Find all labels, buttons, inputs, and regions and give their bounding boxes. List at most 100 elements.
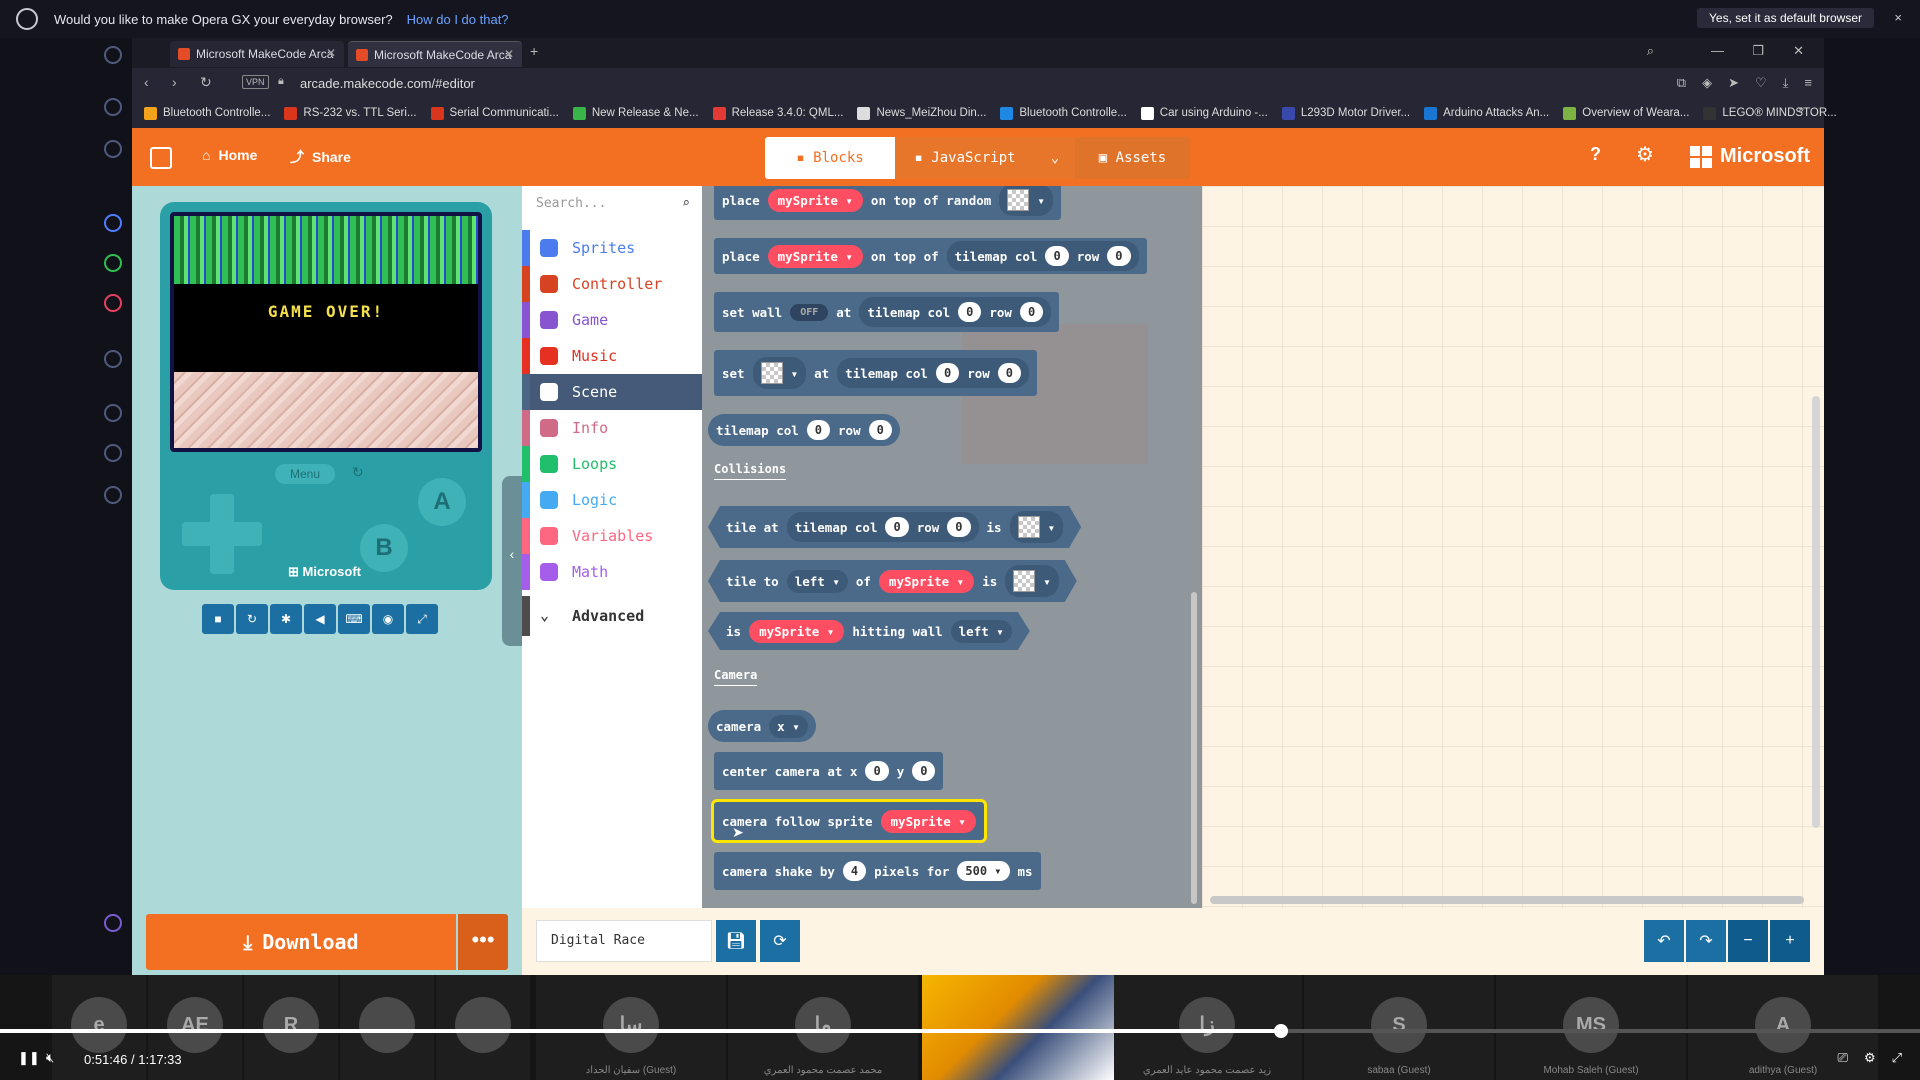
bookmark-item[interactable]: Bluetooth Controlle...: [1000, 106, 1127, 120]
bookmark-item[interactable]: Overview of Weara...: [1563, 106, 1689, 120]
row-input[interactable]: 0: [947, 517, 970, 537]
send-icon[interactable]: ➤: [1728, 75, 1739, 91]
direction-dropdown[interactable]: left ▾: [951, 620, 1012, 643]
game-screen[interactable]: GAME OVER!: [170, 212, 482, 452]
block-place-tilemap[interactable]: place mySprite ▾ on top of tilemap col 0…: [714, 238, 1147, 274]
save-icon[interactable]: 💾︎: [716, 920, 756, 962]
share-button[interactable]: ⤴ Share: [290, 147, 351, 167]
block-set-wall[interactable]: set wall OFF at tilemap col 0 row 0: [714, 292, 1060, 332]
mute-icon[interactable]: ◀: [304, 604, 336, 634]
sprite-dropdown[interactable]: mySprite ▾: [767, 244, 863, 268]
language-dropdown[interactable]: ⌄: [1035, 137, 1075, 179]
bookmarks-overflow-icon[interactable]: »: [1798, 104, 1804, 116]
block-hitting-wall[interactable]: is mySprite ▾ hitting wall left ▾: [708, 612, 1030, 650]
forward-icon[interactable]: ›: [172, 74, 177, 90]
snapshot-icon[interactable]: ⧉: [1677, 75, 1686, 91]
reload-icon[interactable]: ↻: [200, 74, 212, 91]
home-button[interactable]: ⌂ Home: [202, 147, 257, 163]
block-set-tile[interactable]: set ▾ at tilemap col 0 row 0: [714, 350, 1038, 396]
tilemap-col-reporter[interactable]: tilemap col 0 row 0: [946, 241, 1139, 271]
row-input[interactable]: 0: [1107, 246, 1131, 266]
restart-icon[interactable]: ↻: [236, 604, 268, 634]
toolbox-search-input[interactable]: Search... ⌕: [536, 196, 696, 222]
duration-dropdown[interactable]: 500 ▾: [957, 861, 1010, 881]
set-default-button[interactable]: Yes, set it as default browser: [1697, 8, 1874, 28]
col-input[interactable]: 0: [885, 517, 908, 537]
whatsapp-icon[interactable]: [104, 254, 122, 272]
block-center-camera[interactable]: center camera at x 0 y 0: [714, 752, 944, 790]
menu-button[interactable]: Menu: [275, 464, 335, 484]
download-icon[interactable]: ⤓: [1783, 75, 1789, 91]
expand-icon[interactable]: ⤢: [1892, 1050, 1902, 1066]
tilemap-col-reporter[interactable]: tilemap col 0 row 0: [859, 297, 1052, 327]
volume-muted-icon[interactable]: 🔇︎: [46, 1050, 54, 1066]
category-controller[interactable]: Controller: [522, 266, 702, 302]
opera-menu-icon[interactable]: [104, 46, 122, 64]
b-button[interactable]: B: [360, 524, 408, 572]
direction-dropdown[interactable]: left ▾: [787, 570, 848, 593]
category-sprites[interactable]: Sprites: [522, 230, 702, 266]
block-tilemap-col[interactable]: tilemap col 0 row 0: [708, 414, 900, 446]
restore-icon[interactable]: ❐: [1752, 43, 1764, 59]
tile-dropdown[interactable]: ▾: [1005, 565, 1059, 597]
debug-icon[interactable]: ✱: [270, 604, 302, 634]
block-tile-at-is[interactable]: tile at tilemap col 0 row 0 is ▾: [708, 506, 1081, 548]
gear-icon[interactable]: ⚙: [1636, 142, 1654, 167]
vpn-badge[interactable]: VPN: [242, 75, 269, 89]
col-input[interactable]: 0: [806, 420, 831, 440]
category-music[interactable]: Music: [522, 338, 702, 374]
vpn-sidebar-icon[interactable]: [104, 914, 122, 932]
project-name-input[interactable]: Digital Race: [536, 920, 712, 962]
category-info[interactable]: Info: [522, 410, 702, 446]
bookmark-item[interactable]: LEGO® MINDSTOR...: [1703, 106, 1837, 120]
tab-makecode-2[interactable]: Microsoft MakeCode Arca ✕: [348, 41, 522, 67]
sprite-dropdown[interactable]: mySprite ▾: [879, 570, 974, 593]
bookmark-item[interactable]: Serial Communicati...: [430, 106, 559, 120]
flyout-scrollbar[interactable]: [1191, 592, 1197, 904]
player-icon[interactable]: [104, 350, 122, 368]
col-input[interactable]: 0: [1045, 246, 1069, 266]
redo-icon[interactable]: ↷: [1686, 920, 1726, 962]
bookmark-item[interactable]: Car using Arduino -...: [1140, 106, 1268, 120]
screenshot-icon[interactable]: ◉: [372, 604, 404, 634]
undo-icon[interactable]: ↶: [1644, 920, 1684, 962]
blocks-workspace[interactable]: [1202, 186, 1824, 908]
bookmark-item[interactable]: Arduino Attacks An...: [1424, 106, 1549, 120]
tab-close-icon[interactable]: ✕: [504, 47, 514, 61]
help-icon[interactable]: ?: [1590, 144, 1601, 165]
pause-icon[interactable]: ❚❚: [18, 1050, 40, 1066]
tile-dropdown[interactable]: ▾: [1010, 511, 1064, 543]
github-icon[interactable]: ⟳: [760, 920, 800, 962]
javascript-tab[interactable]: ▪ JavaScript: [895, 137, 1035, 179]
collapse-simulator-button[interactable]: ‹: [502, 476, 522, 646]
bookmark-item[interactable]: Bluetooth Controlle...: [144, 106, 270, 120]
sprite-dropdown[interactable]: mySprite ▾: [767, 188, 863, 212]
y-input[interactable]: 0: [912, 761, 936, 781]
stop-icon[interactable]: ■: [202, 604, 234, 634]
heart-icon[interactable]: ♡: [1755, 75, 1767, 91]
col-input[interactable]: 0: [958, 302, 982, 322]
category-loops[interactable]: Loops: [522, 446, 702, 482]
arcade-logo-icon[interactable]: [150, 147, 172, 169]
row-input[interactable]: 0: [997, 363, 1022, 383]
bookmark-item[interactable]: New Release & Ne...: [572, 106, 699, 120]
minimize-icon[interactable]: —: [1711, 43, 1724, 58]
extensions-icon[interactable]: [104, 444, 122, 462]
bookmark-item[interactable]: Release 3.4.0: QML...: [712, 106, 843, 120]
url-field[interactable]: arcade.makecode.com/#editor: [300, 76, 475, 91]
tile-dropdown[interactable]: ▾: [752, 357, 807, 389]
zoom-in-icon[interactable]: +: [1770, 920, 1810, 962]
workspace-vertical-scrollbar[interactable]: [1812, 396, 1820, 828]
axis-dropdown[interactable]: x ▾: [769, 714, 808, 738]
zoom-out-icon[interactable]: −: [1728, 920, 1768, 962]
restart-small-icon[interactable]: ↻: [352, 464, 364, 481]
category-game[interactable]: Game: [522, 302, 702, 338]
blocks-tab[interactable]: ▪ Blocks: [765, 137, 895, 179]
shake-amount-input[interactable]: 4: [842, 861, 867, 881]
bookmark-item[interactable]: RS-232 vs. TTL Seri...: [284, 106, 417, 120]
advanced-category[interactable]: ⌄ Advanced: [522, 596, 702, 636]
instagram-icon[interactable]: [104, 294, 122, 312]
search-tabs-icon[interactable]: ⌕: [1647, 43, 1654, 59]
history-icon[interactable]: [104, 404, 122, 422]
window-close-icon[interactable]: ✕: [1793, 43, 1804, 59]
